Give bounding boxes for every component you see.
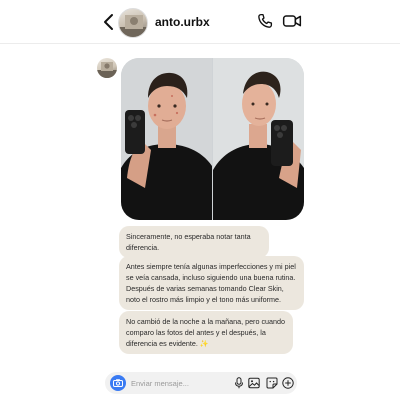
message-input[interactable] [131,376,231,390]
microphone-icon[interactable] [233,377,245,389]
video-camera-icon[interactable] [282,12,302,30]
after-photo [213,58,304,220]
plus-circle-icon[interactable] [282,377,294,389]
phone-icon[interactable] [256,12,274,30]
username[interactable]: anto.urbx [155,15,210,29]
chat-header: anto.urbx [0,0,400,44]
message-bubble[interactable]: Sinceramente, no esperaba notar tanta di… [119,226,269,258]
message-bubble[interactable]: Antes siempre tenía algunas imperfeccion… [119,256,304,310]
sender-avatar[interactable] [97,58,117,78]
camera-button[interactable] [110,375,126,391]
before-after-photo[interactable] [121,58,304,220]
avatar[interactable] [118,8,148,38]
chevron-left-icon[interactable] [99,12,119,32]
sticker-icon[interactable] [266,377,278,389]
message-composer [105,372,297,394]
camera-icon [113,379,123,387]
image-icon[interactable] [248,377,260,389]
before-photo [121,58,212,220]
message-bubble[interactable]: No cambió de la noche a la mañana, pero … [119,311,293,354]
